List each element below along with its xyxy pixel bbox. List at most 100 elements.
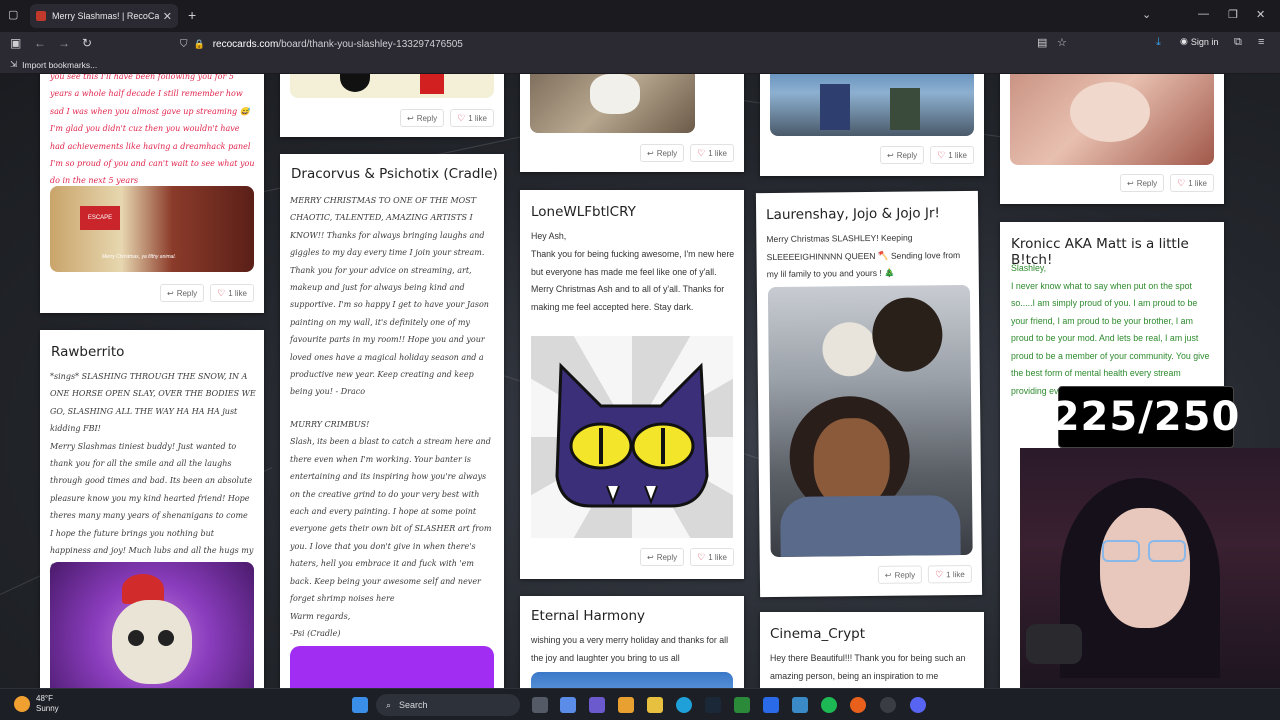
import-bookmarks-link[interactable]: Import bookmarks...: [22, 60, 97, 70]
windows-start-icon[interactable]: [352, 697, 368, 713]
spotify-icon[interactable]: [821, 697, 837, 713]
message-card: Rawberrito *sings* SLASHING THROUGH THE …: [40, 330, 264, 688]
like-count: 1 like: [228, 288, 247, 298]
heart-icon: ♡: [697, 147, 706, 158]
close-window-icon[interactable]: ✕: [1256, 8, 1265, 21]
url-path: /board/thank-you-slashley-133297476505: [278, 38, 463, 50]
tab-overview-icon[interactable]: ▢: [8, 8, 18, 21]
card-greeting: Hey Ash,: [531, 231, 567, 241]
escape-sign: ESCAPE: [80, 206, 120, 230]
taskbar-search[interactable]: ⌕ Search: [376, 694, 520, 716]
sub-goal-counter: 225/250: [1052, 386, 1239, 448]
message-card: you see this I'll have been following yo…: [40, 74, 264, 313]
discord-icon[interactable]: [910, 697, 926, 713]
message-card: ↩ Reply ♡ 1 like: [520, 74, 744, 172]
like-button[interactable]: ♡ 1 like: [690, 548, 734, 566]
reply-icon: ↩: [647, 552, 654, 562]
copilot-icon[interactable]: [560, 697, 576, 713]
like-count: 1 like: [708, 552, 727, 562]
gif-figure: [340, 74, 370, 92]
tab-title: Merry Slashmas! | RecoCards.co: [52, 11, 159, 21]
card-message: *sings* SLASHING THROUGH THE SNOW, IN A …: [50, 372, 256, 572]
reply-button[interactable]: ↩ Reply: [1120, 174, 1165, 192]
teams-icon[interactable]: [589, 697, 605, 713]
card-actions: ↩ Reply ♡ 1 like: [160, 284, 254, 302]
skeleton-gif: [50, 562, 254, 688]
sky-image: [531, 672, 733, 688]
like-button[interactable]: ♡ 1 like: [210, 284, 254, 302]
reply-icon: ↩: [647, 148, 654, 158]
like-button[interactable]: ♡ 1 like: [930, 146, 974, 164]
photos-icon[interactable]: [792, 697, 808, 713]
card-author: Rawberrito: [51, 344, 125, 360]
url-host: recocards.com: [212, 38, 279, 50]
new-tab-icon[interactable]: +: [188, 7, 196, 23]
card-actions: ↩ Reply ♡ 1 like: [400, 109, 494, 127]
card-actions: ↩ Reply ♡ 1 like: [1120, 174, 1214, 192]
tab-list-chevron-icon[interactable]: ⌄: [1142, 8, 1151, 21]
like-button[interactable]: ♡ 1 like: [1170, 174, 1214, 192]
site-info-icon[interactable]: ⛉: [180, 39, 188, 50]
card-message: Thank you for being fucking awesome, I'm…: [531, 249, 735, 312]
address-bar[interactable]: ⛉ 🔒 recocards.com /board/thank-you-slash…: [180, 34, 1080, 54]
task-view-icon[interactable]: [532, 697, 548, 713]
app-icon[interactable]: [763, 697, 779, 713]
glasses-icon: [1148, 540, 1186, 562]
steam-icon[interactable]: [705, 697, 721, 713]
like-button[interactable]: ♡ 1 like: [690, 144, 734, 162]
app-icon[interactable]: [734, 697, 750, 713]
weather-widget[interactable]: 48°F Sunny: [14, 694, 59, 714]
sign-in-label: Sign in: [1190, 36, 1219, 47]
reply-icon: ↩: [1127, 178, 1134, 188]
forward-icon[interactable]: →: [58, 36, 70, 50]
menu-icon[interactable]: ≡: [1258, 36, 1264, 48]
extensions-icon[interactable]: ⧉: [1234, 36, 1242, 49]
downloads-icon[interactable]: ⤓: [1156, 36, 1161, 49]
message-card: LoneWLFbtlCRY Hey Ash, Thank you for bei…: [520, 190, 744, 579]
sign-in-button[interactable]: ◉ Sign in: [1180, 36, 1218, 47]
minimize-icon[interactable]: —: [1198, 8, 1209, 20]
reply-label: Reply: [1136, 178, 1158, 188]
site-favicon-icon: [36, 11, 46, 21]
skull-eye: [128, 630, 144, 646]
gif-figure: [820, 84, 850, 130]
card-author: Dracorvus & Psichotix (Cradle): [291, 166, 498, 182]
card-actions: ↩ Reply ♡ 1 like: [880, 146, 974, 164]
card-gif: [1010, 74, 1214, 165]
reply-button[interactable]: ↩ Reply: [880, 146, 925, 164]
close-tab-icon[interactable]: ✕: [163, 10, 172, 23]
import-icon: ⇲: [10, 59, 18, 69]
bookmark-star-icon[interactable]: ☆: [1057, 36, 1067, 49]
obs-icon[interactable]: [880, 697, 896, 713]
sidebar-icon[interactable]: ▣: [10, 36, 21, 50]
card-message: Slashley, I never know what to say when …: [1011, 263, 1210, 396]
browser-tab[interactable]: Merry Slashmas! | RecoCards.co ✕: [30, 4, 178, 28]
reader-view-icon[interactable]: ▤: [1037, 36, 1047, 49]
heart-icon: ♡: [697, 551, 706, 562]
message-card: ↩ Reply ♡ 1 like: [1000, 74, 1224, 204]
bookmarks-bar: ⇲ Import bookmarks...: [0, 56, 1280, 74]
back-icon[interactable]: ←: [34, 36, 46, 50]
message-card: Dracorvus & Psichotix (Cradle) MERRY CHR…: [280, 154, 504, 688]
like-button[interactable]: ♡ 1 like: [450, 109, 494, 127]
reply-button[interactable]: ↩ Reply: [160, 284, 205, 302]
like-button[interactable]: ♡ 1 like: [927, 564, 972, 584]
gif-figure: [420, 74, 444, 94]
person-hair: [871, 297, 943, 372]
search-icon: ⌕: [386, 699, 392, 710]
reply-button[interactable]: ↩ Reply: [877, 565, 923, 584]
store-icon[interactable]: [618, 697, 634, 713]
edge-icon[interactable]: [676, 697, 692, 713]
message-card: Eternal Harmony wishing you a very merry…: [520, 596, 744, 688]
card-signature: -Psi (Cradle): [290, 629, 341, 638]
restore-icon[interactable]: ❐: [1228, 8, 1238, 21]
firefox-icon[interactable]: [850, 697, 866, 713]
reply-button[interactable]: ↩ Reply: [640, 548, 685, 566]
reply-button[interactable]: ↩ Reply: [400, 109, 445, 127]
card-actions: ↩ Reply ♡ 1 like: [877, 564, 972, 584]
reload-icon[interactable]: ↻: [82, 36, 92, 50]
file-explorer-icon[interactable]: [647, 697, 663, 713]
weather-temp: 48°F: [36, 694, 53, 703]
family-photo: [767, 284, 973, 558]
reply-button[interactable]: ↩ Reply: [640, 144, 685, 162]
